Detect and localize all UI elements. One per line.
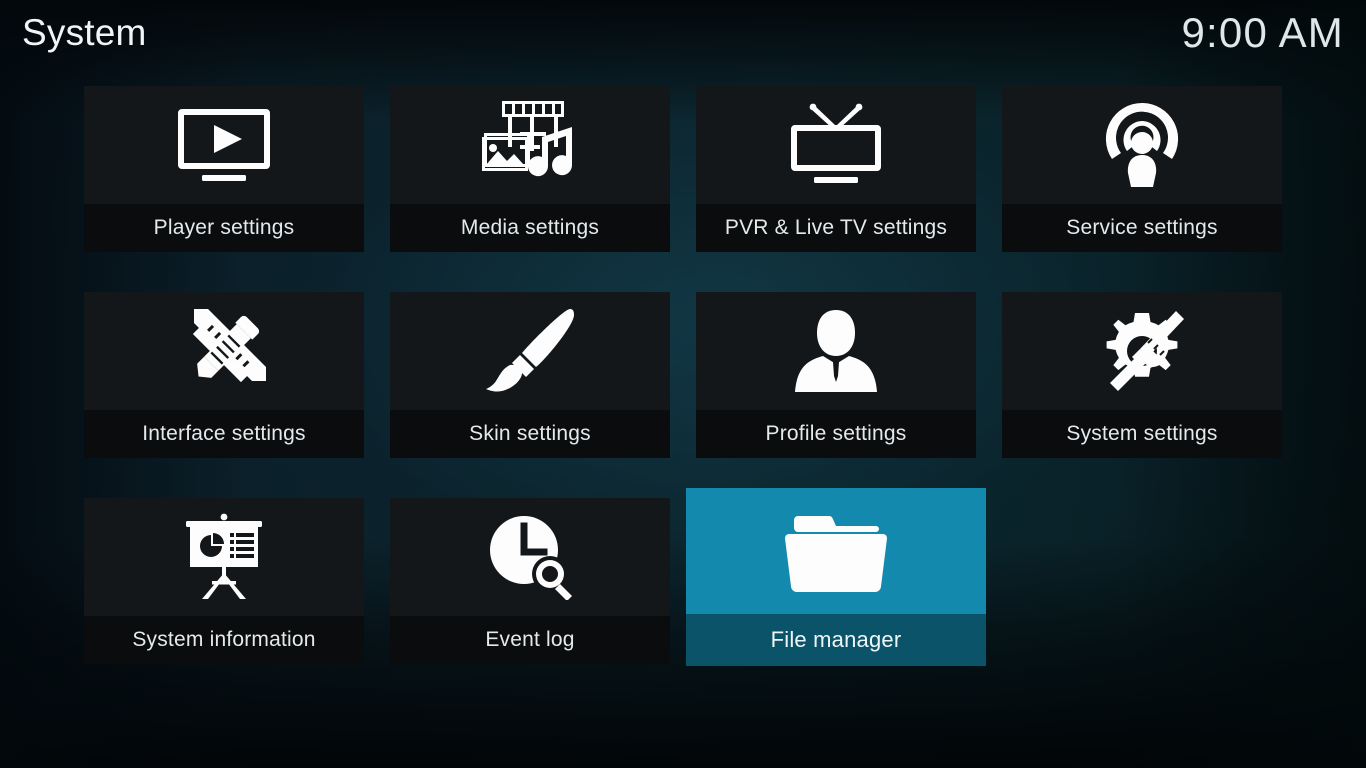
page-title: System [22, 12, 147, 53]
monitor-play-icon [176, 105, 272, 185]
tile-pvr-live-tv-settings[interactable]: PVR & Live TV settings [696, 86, 976, 252]
tile-interface-settings[interactable]: Interface settings [84, 292, 364, 458]
tile-label-pane: Profile settings [696, 410, 976, 458]
tile-system-settings[interactable]: System settings [1002, 292, 1282, 458]
tile-label: Service settings [1066, 216, 1218, 239]
tile-label-pane: Interface settings [84, 410, 364, 458]
tile-label: Interface settings [142, 422, 306, 445]
tile-skin-settings[interactable]: Skin settings [390, 292, 670, 458]
tv-antenna-icon [788, 103, 884, 187]
tile-icon-pane [390, 498, 670, 616]
tile-icon-pane [84, 292, 364, 410]
tile-label: Player settings [153, 216, 295, 239]
tile-label: System information [132, 628, 316, 651]
tile-event-log[interactable]: Event log [390, 498, 670, 664]
filmstrip-photo-music-icon [480, 99, 580, 191]
pencil-ruler-icon [178, 305, 270, 397]
tile-icon-pane [696, 292, 976, 410]
paintbrush-icon [484, 307, 576, 395]
gear-tools-icon [1096, 305, 1188, 397]
tile-profile-settings[interactable]: Profile settings [696, 292, 976, 458]
tile-service-settings[interactable]: Service settings [1002, 86, 1282, 252]
tile-label-pane: Event log [390, 616, 670, 664]
tile-label: Profile settings [765, 422, 907, 445]
tile-label: PVR & Live TV settings [724, 216, 948, 239]
clock-label: 9:00 AM [1181, 9, 1344, 56]
clock-search-icon [484, 514, 576, 600]
tile-label: System settings [1066, 422, 1218, 445]
tile-icon-pane [390, 292, 670, 410]
tile-icon-pane [686, 488, 986, 614]
tile-label-pane: Media settings [390, 204, 670, 252]
tile-label-pane: Skin settings [390, 410, 670, 458]
tile-icon-pane [390, 86, 670, 204]
tile-icon-pane [696, 86, 976, 204]
tile-label-pane: System information [84, 616, 364, 664]
tile-label-pane: System settings [1002, 410, 1282, 458]
folder-icon [781, 508, 891, 594]
tile-label-pane: Service settings [1002, 204, 1282, 252]
broadcast-person-icon [1098, 101, 1186, 189]
tile-label: File manager [770, 627, 902, 652]
tile-icon-pane [84, 86, 364, 204]
tile-label-pane: File manager [686, 614, 986, 666]
tile-file-manager[interactable]: File manager [686, 488, 986, 666]
tile-label: Media settings [460, 216, 600, 239]
tile-label-pane: PVR & Live TV settings [696, 204, 976, 252]
tile-icon-pane [1002, 292, 1282, 410]
tile-player-settings[interactable]: Player settings [84, 86, 364, 252]
tile-system-information[interactable]: System information [84, 498, 364, 664]
person-icon [793, 308, 879, 394]
tile-icon-pane [84, 498, 364, 616]
presentation-chart-icon [178, 513, 270, 601]
kodi-system-screen: System 9:00 AM Player settings Media set… [0, 0, 1366, 768]
tile-label: Event log [485, 628, 575, 651]
tile-media-settings[interactable]: Media settings [390, 86, 670, 252]
tile-icon-pane [1002, 86, 1282, 204]
tile-label: Skin settings [469, 422, 591, 445]
header-bar: System 9:00 AM [0, 0, 1366, 68]
tile-label-pane: Player settings [84, 204, 364, 252]
settings-grid: Player settings Media settings PVR & Liv… [0, 0, 1366, 768]
